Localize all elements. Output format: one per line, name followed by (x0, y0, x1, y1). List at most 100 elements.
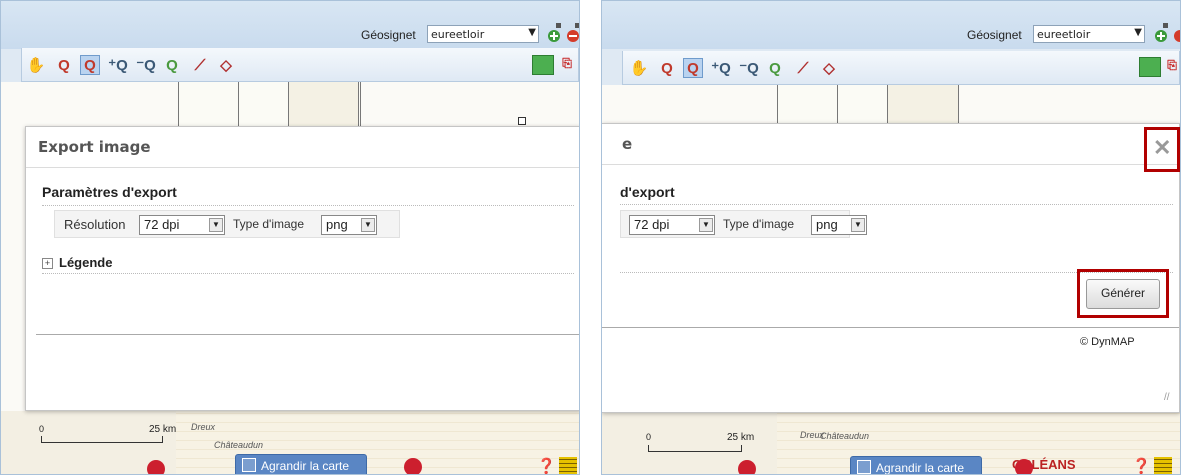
scale-bar (41, 436, 163, 443)
image-type-value: png (326, 217, 348, 232)
chevron-down-icon: ▼ (1134, 27, 1142, 38)
pan-hand-icon[interactable]: ✋ (26, 55, 46, 75)
zoom-box-icon[interactable]: Q (80, 55, 100, 75)
zoom-in-icon[interactable]: Q (54, 55, 74, 75)
map-tile (887, 85, 959, 126)
geosignet-label: Géosignet (967, 28, 1022, 42)
geosignet-label: Géosignet (361, 28, 416, 42)
map-toolbar: ✋ Q Q ⁺Q ⁻Q Q ⟋ ◇ ⎘ (21, 48, 579, 82)
copyright-text: © DynMAP (1080, 336, 1135, 348)
geosignet-value: eureetloir (431, 28, 485, 41)
export-params-box: 72 dpi ▼ Type d'image png ▼ (620, 210, 867, 238)
resolution-value: 72 dpi (144, 217, 180, 232)
image-type-value: png (816, 217, 838, 232)
geosignet-value: eureetloir (1037, 28, 1091, 41)
resolution-select[interactable]: 72 dpi ▼ (629, 215, 715, 235)
marker-tool-icon[interactable]: ❓ (1132, 457, 1151, 474)
export-params-box: Résolution 72 dpi ▼ Type d'image png ▼ (54, 210, 400, 238)
measure-distance-icon[interactable]: ⟋ (190, 55, 210, 75)
legend-label: Légende (59, 255, 113, 270)
zoom-box-icon[interactable]: Q (683, 58, 703, 78)
map-tile (777, 85, 839, 126)
legend-toggle[interactable]: + Légende (42, 255, 112, 270)
chevron-down-icon: ▼ (361, 218, 375, 232)
map-location-dot (147, 460, 165, 474)
chevron-down-icon: ▼ (699, 218, 713, 232)
map-toolbar: ✋ Q Q ⁺Q ⁻Q Q ⟋ ◇ ⎘ (622, 51, 1180, 85)
scale-value: 25 km (727, 432, 755, 443)
expand-plus-icon: + (42, 258, 53, 269)
export-pdf-icon[interactable]: ⎘ (1161, 55, 1180, 75)
export-image-dialog: e d'export 72 dpi ▼ Type d'image png ▼ ✕… (602, 123, 1180, 413)
generate-button[interactable]: Générer (1086, 279, 1160, 309)
section-title: d'export (620, 184, 675, 200)
measure-area-icon[interactable]: ◇ (819, 58, 839, 78)
legend-divider (42, 273, 574, 274)
section-divider (42, 205, 574, 206)
map-location-dot (1015, 459, 1033, 474)
pan-hand-icon[interactable]: ✋ (629, 58, 649, 78)
dialog-title: Export image (26, 127, 579, 168)
zoom-minus-icon[interactable]: ⁻Q (136, 55, 156, 75)
image-type-label: Type d'image (233, 217, 304, 231)
section-title: Paramètres d'export (42, 184, 177, 200)
place-chateaudun: Châteaudun (214, 440, 264, 450)
top-bar: Géosignet eureetloir ▼ (1, 1, 579, 49)
geosignet-select[interactable]: eureetloir ▼ (1033, 25, 1145, 43)
scale-zero: 0 (646, 432, 652, 442)
export-image-dialog: Export image Paramètres d'export Résolut… (25, 126, 579, 411)
enlarge-map-button[interactable]: Agrandir la carte (235, 454, 367, 474)
export-image-icon[interactable] (1139, 57, 1161, 77)
scale-bar (648, 445, 742, 452)
export-image-icon[interactable] (532, 55, 554, 75)
remove-bookmark-icon[interactable] (566, 22, 580, 44)
zoom-in-icon[interactable]: Q (657, 58, 677, 78)
map-location-dot (738, 460, 756, 474)
image-type-select[interactable]: png ▼ (811, 215, 867, 235)
place-dreux: Dreux (191, 422, 216, 432)
left-screenshot-panel: Géosignet eureetloir ▼ ✋ Q Q ⁺Q ⁻Q Q ⟋ ◇… (0, 0, 580, 475)
image-type-label: Type d'image (723, 217, 794, 231)
fullscreen-icon (242, 458, 256, 472)
chevron-down-icon: ▼ (851, 218, 865, 232)
measure-area-icon[interactable]: ◇ (216, 55, 236, 75)
grid-icon[interactable] (1154, 457, 1172, 474)
resolution-value: 72 dpi (634, 217, 670, 232)
chevron-down-icon: ▼ (209, 218, 223, 232)
scale-value: 25 km (149, 424, 177, 435)
top-bar: Géosignet eureetloir ▼ (602, 1, 1180, 49)
panel-separator (580, 0, 601, 475)
resize-grip-icon[interactable]: // (1164, 392, 1170, 403)
zoom-plus-icon[interactable]: ⁺Q (711, 58, 731, 78)
add-bookmark-icon[interactable] (547, 22, 563, 44)
section-divider (620, 204, 1173, 205)
fullscreen-icon (857, 460, 871, 474)
zoom-minus-icon[interactable]: ⁻Q (739, 58, 759, 78)
zoom-plus-icon[interactable]: ⁺Q (108, 55, 128, 75)
scale-zero: 0 (39, 424, 45, 434)
marker-tool-icon[interactable]: ❓ (537, 457, 556, 474)
map-tile (837, 85, 889, 126)
add-bookmark-icon[interactable] (1154, 22, 1170, 44)
dialog-footer-divider (36, 334, 579, 335)
map-marker (518, 117, 526, 125)
enlarge-map-label: Agrandir la carte (261, 459, 350, 473)
enlarge-map-label: Agrandir la carte (876, 461, 965, 475)
dialog-title: e (602, 124, 1179, 165)
resolution-label: Résolution (64, 217, 126, 232)
geosignet-select[interactable]: eureetloir ▼ (427, 25, 539, 43)
map-location-dot (404, 458, 422, 474)
zoom-extent-icon[interactable]: Q (765, 58, 785, 78)
export-pdf-icon[interactable]: ⎘ (556, 53, 578, 73)
zoom-extent-icon[interactable]: Q (162, 55, 182, 75)
remove-bookmark-icon[interactable] (1173, 22, 1181, 44)
dialog-footer-divider (602, 327, 1179, 328)
measure-distance-icon[interactable]: ⟋ (793, 58, 813, 78)
place-chateaudun: Châteaudun (820, 431, 870, 441)
chevron-down-icon: ▼ (528, 27, 536, 38)
enlarge-map-button[interactable]: Agrandir la carte (850, 456, 982, 475)
image-type-select[interactable]: png ▼ (321, 215, 377, 235)
close-icon[interactable]: ✕ (1153, 135, 1171, 161)
grid-icon[interactable] (559, 457, 577, 474)
resolution-select[interactable]: 72 dpi ▼ (139, 215, 225, 235)
